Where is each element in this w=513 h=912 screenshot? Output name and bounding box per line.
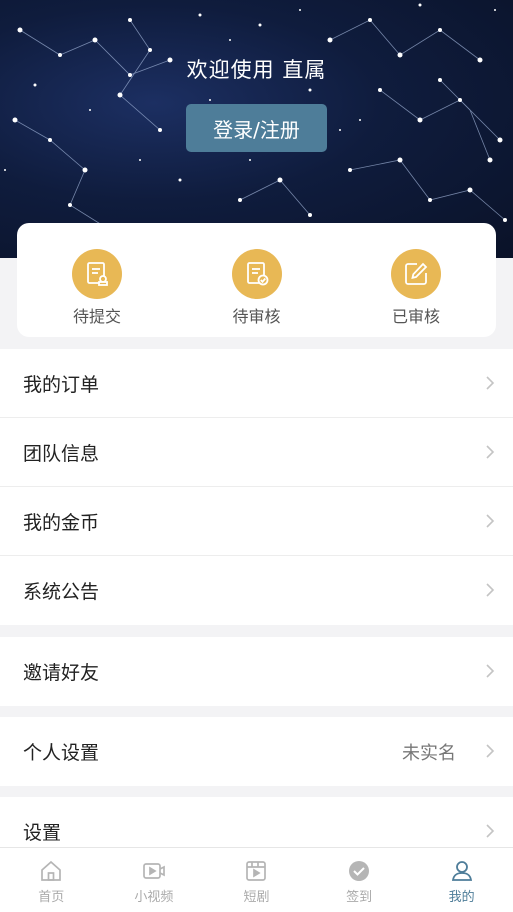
tab-home[interactable]: 首页 (0, 848, 103, 912)
menu-item-label: 我的订单 (23, 373, 100, 396)
menu-item-personal-settings[interactable]: 个人设置 未实名 (0, 717, 513, 786)
chevron-right-icon (486, 445, 495, 459)
video-icon (143, 863, 165, 879)
login-register-button[interactable]: 登录/注册 (186, 104, 327, 152)
menu-item-invite-friends[interactable]: 邀请好友 (0, 637, 513, 706)
tab-mine[interactable]: 我的 (410, 848, 513, 912)
status-reviewed[interactable]: 已审核 (366, 223, 466, 337)
chevron-right-icon (486, 583, 495, 597)
home-icon (41, 860, 62, 881)
menu-item-label: 个人设置 (23, 742, 100, 764)
status-pending-submit[interactable]: 待提交 (47, 223, 147, 337)
tab-short-video[interactable]: 小视频 (103, 848, 206, 912)
tab-label: 我的 (448, 890, 475, 905)
menu-group-main: 我的订单 团队信息 我的金币 系统公告 (0, 349, 513, 625)
chevron-right-icon (486, 664, 495, 678)
menu-item-label: 我的金币 (23, 511, 100, 534)
profile-header: 欢迎使用 直属 登录/注册 (0, 0, 513, 258)
tab-check-in[interactable]: 签到 (308, 848, 411, 912)
tab-label: 签到 (346, 890, 373, 905)
menu-item-team-info[interactable]: 团队信息 (0, 418, 513, 487)
chevron-right-icon (486, 514, 495, 528)
document-check-icon (231, 249, 282, 299)
user-icon (451, 861, 472, 881)
menu-item-label: 团队信息 (23, 442, 100, 465)
status-pending-review[interactable]: 待审核 (207, 223, 307, 337)
tab-label: 首页 (38, 890, 65, 905)
welcome-text: 欢迎使用 直属 (186, 58, 327, 82)
tab-short-drama[interactable]: 短剧 (205, 848, 308, 912)
edit-icon (391, 249, 441, 299)
chevron-right-icon (486, 376, 495, 390)
bottom-tab-bar: 首页 小视频 短剧 签到 我的 (0, 847, 513, 912)
status-label: 待审核 (232, 307, 281, 326)
status-label: 待提交 (72, 307, 121, 326)
check-circle-icon (349, 861, 370, 881)
menu-item-announcements[interactable]: 系统公告 (0, 556, 513, 625)
menu-group-invite: 邀请好友 (0, 637, 513, 706)
menu-item-my-coins[interactable]: 我的金币 (0, 487, 513, 556)
menu-item-label: 邀请好友 (23, 662, 100, 684)
tab-label: 短剧 (243, 890, 270, 905)
menu-group-profile: 个人设置 未实名 (0, 717, 513, 786)
verification-status: 未实名 (402, 742, 456, 764)
document-stamp-icon (72, 249, 122, 299)
film-icon (246, 861, 267, 881)
status-label: 已审核 (391, 307, 440, 326)
menu-item-label: 系统公告 (23, 581, 100, 603)
chevron-right-icon (486, 824, 495, 838)
review-status-card: 待提交 待审核 已审核 (17, 223, 496, 337)
tab-label: 小视频 (134, 890, 174, 905)
menu-item-label: 设置 (23, 822, 62, 844)
chevron-right-icon (486, 744, 495, 758)
menu-item-my-orders[interactable]: 我的订单 (0, 349, 513, 418)
